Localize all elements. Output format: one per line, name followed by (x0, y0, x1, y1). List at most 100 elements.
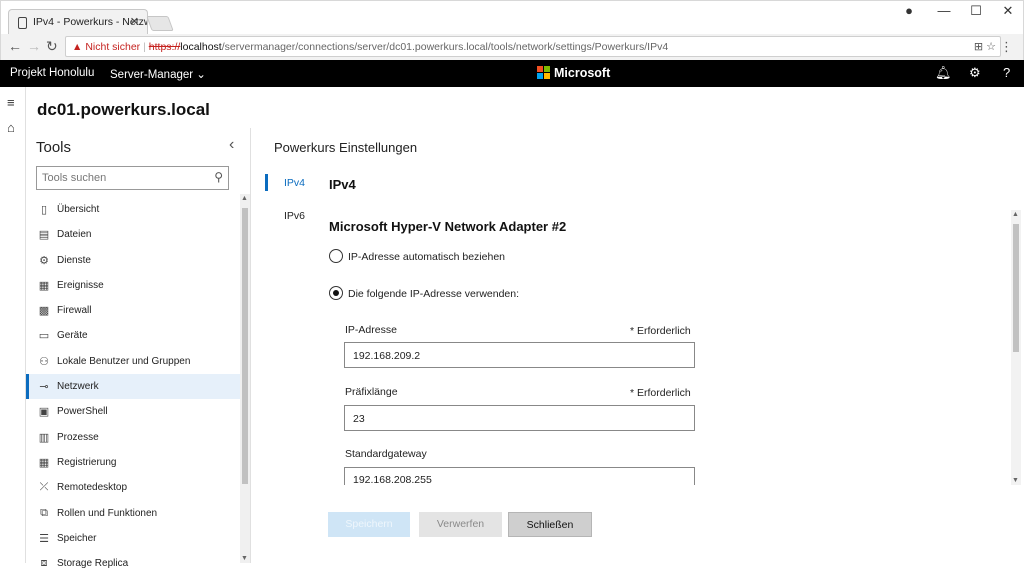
radio-manual-ip[interactable]: Die folgende IP-Adresse verwenden: (329, 286, 519, 300)
translate-icon[interactable]: ⊞ (974, 41, 983, 53)
tools-scrollbar[interactable]: ▲ ▼ (240, 194, 250, 563)
browser-tab[interactable]: IPv4 - Powerkurs - Netzw ✕ (8, 9, 148, 35)
tool-item[interactable]: ▦ Registrierung (26, 450, 240, 475)
tool-icon: ⧉ (40, 506, 48, 519)
prefix-label: Präfixlänge (345, 386, 398, 398)
prefix-required: * Erforderlich (630, 387, 691, 399)
settings-title: Powerkurs Einstellungen (274, 140, 418, 155)
url-path: /servermanager/connections/server/dc01.p… (221, 41, 669, 53)
microsoft-label: Microsoft (554, 66, 611, 80)
home-icon[interactable]: ⌂ (7, 120, 15, 135)
settings-gear-icon[interactable]: ⚙ (969, 65, 981, 81)
new-tab-button[interactable] (146, 16, 174, 31)
brand-label[interactable]: Projekt Honolulu (10, 67, 94, 79)
tool-label: Übersicht (57, 204, 100, 215)
collapse-chevron-icon[interactable]: ‹ (229, 136, 234, 154)
scroll-up-icon[interactable]: ▲ (1012, 211, 1019, 218)
tool-icon: ▣ (38, 406, 50, 419)
address-toolbar: ← → ↻ ▲ Nicht sicher | https://localhost… (0, 34, 1024, 60)
scroll-up-icon[interactable]: ▲ (241, 195, 248, 202)
settings-scroll-thumb[interactable] (1013, 224, 1019, 352)
tool-item[interactable]: ▤ Dateien (26, 222, 240, 247)
tool-item[interactable]: ⚙ Dienste (26, 248, 240, 273)
tool-icon: ▩ (38, 305, 50, 318)
tool-label: Rollen und Funktionen (57, 507, 158, 519)
tool-label: Storage Replica (57, 558, 129, 570)
reload-icon[interactable]: ↻ (46, 38, 58, 55)
bookmark-star-icon[interactable]: ☆ (986, 41, 996, 53)
settings-scrollbar[interactable]: ▲ ▼ (1011, 210, 1021, 485)
close-button[interactable]: Schließen (508, 512, 592, 537)
page-icon (18, 17, 27, 29)
tool-icon: ⚙ (39, 254, 49, 267)
radio-auto-label: IP-Adresse automatisch beziehen (348, 251, 506, 263)
active-tab-indicator (265, 174, 268, 191)
tool-item[interactable]: ▦ Ereignisse (26, 273, 240, 298)
app-switcher[interactable]: Server-Manager ⌄ (110, 67, 206, 81)
ip-address-input[interactable]: 192.168.209.2 (344, 342, 695, 368)
radio-circle-selected[interactable] (329, 286, 343, 300)
tool-item[interactable]: ▩ Firewall (26, 298, 240, 323)
maximize-icon[interactable]: ☐ (961, 3, 991, 19)
server-title: dc01.powerkurs.local (37, 100, 210, 119)
discard-button[interactable]: Verwerfen (419, 512, 502, 537)
minimize-icon[interactable]: — (929, 3, 959, 18)
prefix-length-input[interactable]: 23 (344, 405, 695, 431)
gateway-input[interactable]: 192.168.208.255 (344, 467, 695, 486)
radio-auto-ip[interactable]: IP-Adresse automatisch beziehen (329, 249, 506, 263)
profile-icon[interactable]: ● (894, 3, 924, 18)
tool-item[interactable]: ⧈ Storage Replica (26, 551, 240, 576)
forward-icon[interactable]: → (27, 38, 41, 54)
tool-item[interactable]: ▣ PowerShell (26, 399, 240, 424)
microsoft-logo: Microsoft (537, 66, 610, 80)
tool-item[interactable]: ⧉ Rollen und Funktionen (26, 501, 240, 526)
tool-icon: ☰ (39, 532, 49, 545)
tool-icon: ⤫ (39, 481, 49, 494)
tool-item[interactable]: ▭ Geräte (26, 323, 240, 348)
tool-label: Netzwerk (57, 381, 99, 393)
tool-icon: ▥ (38, 431, 50, 444)
adapter-name: Microsoft Hyper-V Network Adapter #2 (329, 219, 567, 234)
scroll-down-icon[interactable]: ▼ (1012, 477, 1019, 484)
tool-item[interactable]: ⊸ Netzwerk (26, 374, 240, 400)
back-icon[interactable]: ← (8, 38, 22, 54)
radio-circle[interactable] (329, 249, 343, 263)
tool-item[interactable]: ⤫ Remotedesktop (26, 475, 240, 500)
scroll-down-icon[interactable]: ▼ (241, 555, 248, 562)
tool-icon: ▤ (38, 229, 50, 242)
tool-item[interactable]: ☰ Speicher (26, 526, 240, 551)
url-field[interactable]: ▲ Nicht sicher | https://localhost/serve… (65, 36, 1001, 57)
tools-scroll-thumb[interactable] (242, 208, 248, 484)
notifications-icon[interactable]: 🔔︎ (935, 65, 952, 81)
help-icon[interactable]: ? (1003, 65, 1010, 80)
warning-icon: ▲ (72, 41, 83, 53)
tab-close-icon[interactable]: ✕ (130, 15, 139, 28)
tool-label: PowerShell (57, 406, 108, 418)
tools-search-input[interactable]: Tools suchen ⚲ (36, 166, 229, 190)
save-button[interactable]: Speichern (328, 512, 410, 537)
tool-label: Dateien (57, 229, 92, 241)
tab-ipv6[interactable]: IPv6 (284, 210, 305, 222)
tools-list: ▯ Übersicht ▤ Dateien ⚙ Dienste ▦ Ereignisse ▩ Fi… (26, 197, 240, 576)
tool-item[interactable]: ▯ Übersicht (26, 197, 240, 222)
hamburger-menu-icon[interactable]: ≡ (7, 95, 15, 110)
tool-item[interactable]: ▥ Prozesse (26, 425, 240, 450)
search-icon[interactable]: ⚲ (214, 170, 223, 184)
tool-label: Dienste (57, 254, 91, 266)
tool-label: Geräte (57, 330, 88, 342)
tool-label: Ereignisse (57, 279, 104, 291)
tool-item[interactable]: ⚇ Lokale Benutzer und Gruppen (26, 349, 240, 374)
tool-label: Prozesse (57, 431, 99, 443)
close-window-icon[interactable]: ✕ (993, 3, 1023, 19)
tab-ipv4[interactable]: IPv4 (284, 177, 305, 189)
search-placeholder: Tools suchen (42, 172, 107, 184)
left-rail: ≡ ⌂ (0, 87, 26, 563)
not-secure-label[interactable]: Nicht sicher (85, 41, 140, 53)
app-switcher-label: Server-Manager (110, 69, 194, 81)
tool-icon: ⚇ (39, 355, 49, 368)
tool-label: Speicher (57, 532, 97, 544)
tools-title: Tools (36, 139, 72, 156)
chevron-down-icon: ⌄ (196, 69, 206, 81)
tool-label: Firewall (57, 305, 92, 317)
browser-menu-icon[interactable]: ⋮ (1000, 39, 1013, 55)
